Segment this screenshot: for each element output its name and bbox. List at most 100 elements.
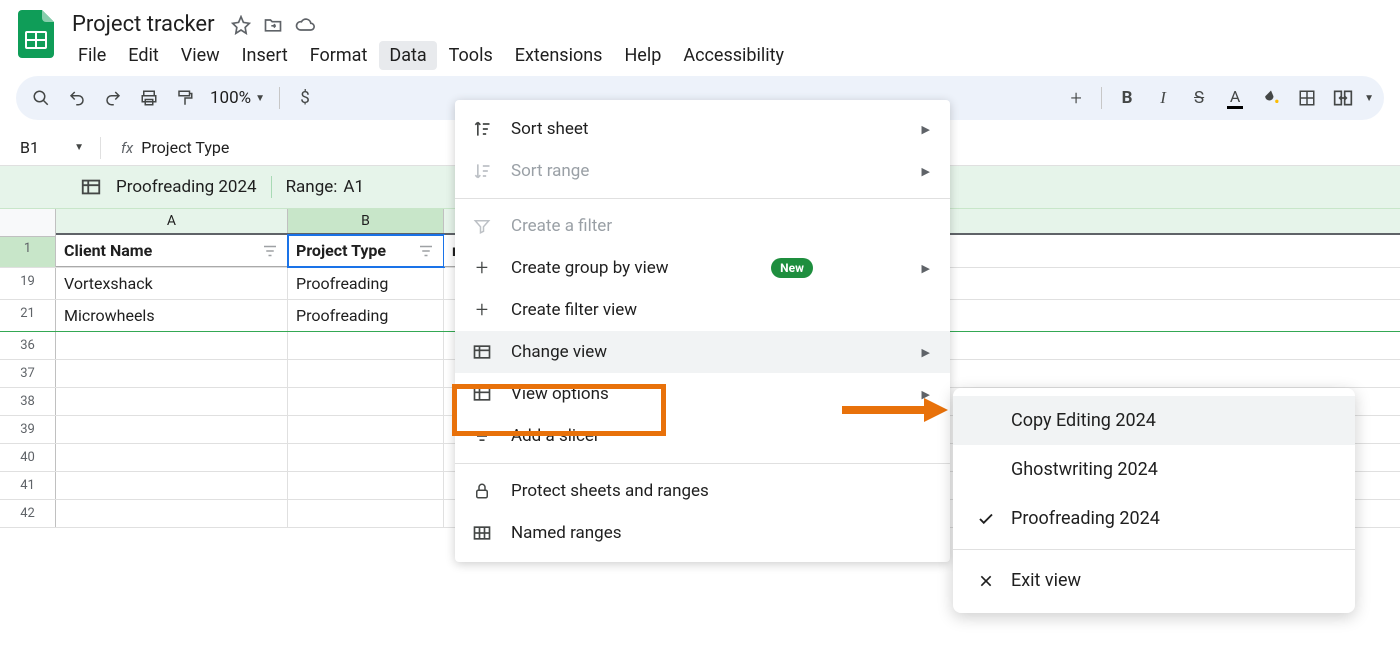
text-color-icon[interactable]: A: [1220, 83, 1250, 113]
view-name[interactable]: Proofreading 2024: [116, 177, 257, 197]
cell[interactable]: [288, 416, 444, 443]
cell[interactable]: [56, 388, 288, 415]
lock-icon: [471, 480, 493, 502]
cell[interactable]: [56, 332, 288, 359]
cell[interactable]: [56, 444, 288, 471]
cell[interactable]: [56, 472, 288, 499]
menu-format[interactable]: Format: [300, 41, 378, 70]
range-label: Range:: [286, 177, 338, 197]
submenu-exit-view[interactable]: Exit view: [953, 556, 1355, 605]
menu-extensions[interactable]: Extensions: [505, 41, 613, 70]
table-view-icon: [80, 176, 102, 198]
filter-icon: [471, 215, 493, 237]
menu-create-filter-view[interactable]: + Create filter view: [455, 289, 950, 331]
sheets-logo[interactable]: [16, 8, 56, 60]
cell[interactable]: [288, 388, 444, 415]
annotation-arrow: [842, 396, 948, 424]
menu-named-ranges[interactable]: Named ranges: [455, 512, 950, 554]
menu-bar: File Edit View Insert Format Data Tools …: [68, 41, 1384, 76]
menu-tools[interactable]: Tools: [439, 41, 503, 70]
data-menu-dropdown: Sort sheet▶ Sort range▶ Create a filter …: [455, 100, 950, 562]
menu-protect-sheets[interactable]: Protect sheets and ranges: [455, 470, 950, 512]
menu-sort-range: Sort range▶: [455, 150, 950, 192]
more-toolbar-icon[interactable]: ▼: [1364, 93, 1374, 104]
row-header[interactable]: 37: [0, 360, 56, 387]
zoom-select[interactable]: 100%▼: [206, 88, 269, 108]
close-icon: [975, 573, 997, 589]
plus-icon[interactable]: +: [1061, 83, 1091, 113]
cell[interactable]: Proofreading: [288, 300, 444, 331]
column-header[interactable]: B: [288, 209, 444, 233]
select-all-corner[interactable]: [0, 209, 56, 237]
cell[interactable]: [288, 472, 444, 499]
row-header[interactable]: 41: [0, 472, 56, 499]
cell[interactable]: [56, 500, 288, 527]
cloud-status-icon[interactable]: [295, 15, 315, 35]
header-cell[interactable]: Project Type: [288, 235, 444, 267]
fill-color-icon[interactable]: [1256, 83, 1286, 113]
menu-create-filter: Create a filter: [455, 205, 950, 247]
paint-format-icon[interactable]: [170, 83, 200, 113]
new-badge: New: [771, 258, 813, 278]
formula-input[interactable]: Project Type: [141, 138, 229, 157]
menu-edit[interactable]: Edit: [118, 41, 168, 70]
menu-help[interactable]: Help: [614, 41, 671, 70]
range-value[interactable]: A1: [343, 177, 364, 197]
fx-label: fx: [113, 139, 133, 157]
star-icon[interactable]: [231, 15, 251, 35]
check-icon: [975, 510, 997, 528]
submenu-item-ghostwriting[interactable]: Ghostwriting 2024: [953, 445, 1355, 494]
row-header[interactable]: 40: [0, 444, 56, 471]
merge-cells-icon[interactable]: [1328, 83, 1358, 113]
plus-icon: +: [471, 299, 493, 321]
row-header[interactable]: 36: [0, 332, 56, 359]
table-icon: [471, 383, 493, 405]
search-icon[interactable]: [26, 83, 56, 113]
row-header[interactable]: 42: [0, 500, 56, 527]
change-view-submenu: Copy Editing 2024 Ghostwriting 2024 Proo…: [953, 388, 1355, 613]
print-icon[interactable]: [134, 83, 164, 113]
plus-icon: +: [471, 257, 493, 279]
sort-range-icon: [471, 160, 493, 182]
cell[interactable]: [56, 360, 288, 387]
cell[interactable]: [288, 332, 444, 359]
sort-asc-icon: [471, 118, 493, 140]
menu-insert[interactable]: Insert: [232, 41, 298, 70]
submenu-item-proofreading[interactable]: Proofreading 2024: [953, 494, 1355, 543]
menu-create-group-view[interactable]: + Create group by view New ▶: [455, 247, 950, 289]
borders-icon[interactable]: [1292, 83, 1322, 113]
cell[interactable]: [288, 444, 444, 471]
menu-view[interactable]: View: [171, 41, 230, 70]
menu-data[interactable]: Data: [379, 41, 436, 70]
row-header[interactable]: 38: [0, 388, 56, 415]
menu-sort-sheet[interactable]: Sort sheet▶: [455, 108, 950, 150]
currency-button[interactable]: $: [290, 83, 320, 113]
header-cell[interactable]: Client Name: [56, 235, 288, 267]
menu-file[interactable]: File: [68, 41, 116, 70]
slicer-icon: [471, 425, 493, 447]
row-header[interactable]: 39: [0, 416, 56, 443]
table-icon: [471, 341, 493, 363]
cell[interactable]: Microwheels: [56, 300, 288, 331]
cell[interactable]: [288, 360, 444, 387]
document-title[interactable]: Project tracker: [68, 10, 219, 39]
submenu-item-copy-editing[interactable]: Copy Editing 2024: [953, 396, 1355, 445]
row-header[interactable]: 21: [0, 300, 56, 331]
undo-icon[interactable]: [62, 83, 92, 113]
column-header[interactable]: A: [56, 209, 288, 233]
strikethrough-icon[interactable]: S: [1184, 83, 1214, 113]
row-header[interactable]: 1: [0, 235, 56, 267]
name-box[interactable]: B1▼: [16, 136, 88, 159]
grid-icon: [471, 522, 493, 544]
redo-icon[interactable]: [98, 83, 128, 113]
cell[interactable]: Proofreading: [288, 268, 444, 299]
cell[interactable]: Vortexshack: [56, 268, 288, 299]
menu-accessibility[interactable]: Accessibility: [673, 41, 794, 70]
italic-icon[interactable]: I: [1148, 83, 1178, 113]
cell[interactable]: [56, 416, 288, 443]
move-folder-icon[interactable]: [263, 15, 283, 35]
bold-icon[interactable]: B: [1112, 83, 1142, 113]
cell[interactable]: [288, 500, 444, 527]
row-header[interactable]: 19: [0, 268, 56, 299]
menu-change-view[interactable]: Change view▶: [455, 331, 950, 373]
